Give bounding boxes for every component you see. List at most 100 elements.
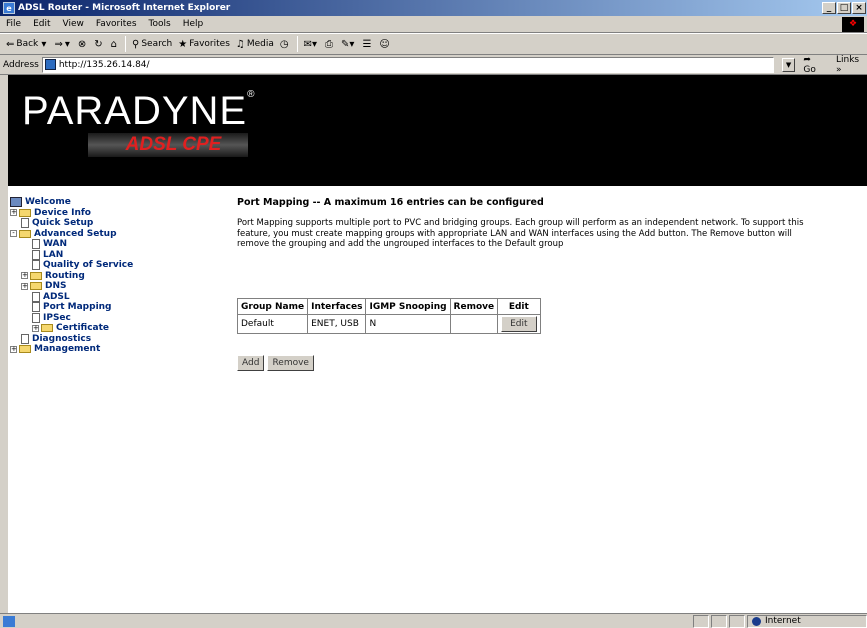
address-dropdown-button[interactable]: ▼	[781, 57, 796, 72]
history-icon: ◷	[279, 38, 289, 50]
column-header-edit: Edit	[497, 298, 541, 315]
menu-tools[interactable]: Tools	[143, 19, 177, 29]
history-button[interactable]: ◷	[277, 39, 294, 50]
edit-button[interactable]: Edit	[501, 316, 537, 332]
tree-item-dns[interactable]: + DNS	[8, 281, 148, 292]
column-header-group-name: Group Name	[236, 298, 309, 315]
page-description: Port Mapping supports multiple port to P…	[237, 218, 804, 249]
back-button[interactable]: ⇐ Back ▾	[3, 39, 51, 50]
address-url: http://135.26.14.84/	[58, 59, 150, 70]
tree-item-label: DNS	[45, 281, 67, 291]
toolbar-divider	[125, 36, 127, 52]
tree-item-label: Quality of Service	[43, 260, 134, 270]
table-header-row: Group Name Interfaces IGMP Snooping Remo…	[236, 298, 541, 315]
links-button[interactable]: Links »	[836, 55, 867, 75]
page-icon	[32, 260, 40, 271]
close-button[interactable]: ×	[852, 2, 866, 14]
messenger-button[interactable]: ☺	[376, 39, 394, 50]
favorites-icon: ★	[178, 38, 188, 50]
print-button[interactable]: ⎙	[322, 39, 338, 50]
column-header-remove: Remove	[449, 298, 499, 315]
zone-label: Internet	[765, 616, 801, 626]
expand-icon[interactable]: +	[10, 209, 17, 217]
search-button[interactable]: ⚲ Search	[129, 39, 175, 50]
address-label: Address	[3, 59, 39, 70]
windows-logo-icon: ❖	[842, 17, 864, 32]
mail-icon: ✉▾	[303, 38, 318, 50]
expand-icon[interactable]: +	[10, 345, 17, 353]
toolbar: ⇐ Back ▾ ⇒ ▾ ⊗ ↻ ⌂ ⚲ Search ★ Favorites ♫ Med…	[0, 33, 867, 55]
tree-item-ipsec[interactable]: IPSec	[8, 313, 148, 324]
tree-item-label: Certificate	[56, 323, 110, 333]
brand-logo: PARADYNE®	[22, 89, 256, 133]
favorites-label: Favorites	[189, 39, 230, 49]
tree-item-management[interactable]: + Management	[8, 344, 148, 355]
tree-item-label: Device Info	[34, 207, 91, 218]
menu-help[interactable]: Help	[177, 19, 210, 29]
maximize-button[interactable]: □	[837, 2, 851, 14]
media-icon: ♫	[235, 38, 245, 50]
port-mapping-table: Group Name Interfaces IGMP Snooping Remo…	[236, 298, 541, 334]
tree-item-quality-of-service[interactable]: Quality of Service	[8, 260, 148, 271]
home-button[interactable]: ⌂	[108, 39, 122, 50]
go-button[interactable]: ➦ Go	[803, 55, 826, 75]
tree-item-advanced-setup[interactable]: - Advanced Setup	[8, 229, 148, 240]
refresh-button[interactable]: ↻	[91, 39, 107, 50]
tree-item-label: Welcome	[25, 197, 71, 207]
add-button[interactable]: Add	[237, 355, 265, 371]
home-icon: ⌂	[110, 38, 118, 50]
window-title-bar: e ADSL Router - Microsoft Internet Explo…	[0, 0, 867, 16]
tree-item-label: LAN	[43, 249, 64, 260]
tree-item-welcome[interactable]: Welcome	[8, 197, 148, 208]
favorites-button[interactable]: ★ Favorites	[175, 39, 233, 50]
forward-button[interactable]: ⇒ ▾	[51, 39, 74, 50]
brand-name: PARADYNE	[22, 89, 248, 133]
page-icon	[21, 218, 29, 229]
tree-item-routing[interactable]: + Routing	[8, 271, 148, 282]
page-content: PARADYNE® ADSL CPE Welcome + Device Info …	[8, 75, 867, 613]
tree-item-diagnostics[interactable]: Diagnostics	[8, 334, 148, 345]
tree-item-wan[interactable]: WAN	[8, 239, 148, 250]
tree-item-certificate[interactable]: + Certificate	[8, 323, 148, 334]
collapse-icon[interactable]: -	[10, 230, 17, 238]
tree-item-label: Advanced Setup	[34, 228, 117, 239]
nav-tree: Welcome + Device Info Quick Setup - Advanc…	[8, 197, 148, 355]
ie-icon: e	[3, 2, 15, 14]
product-logo: ADSL CPE	[125, 134, 222, 155]
tree-item-lan[interactable]: LAN	[8, 250, 148, 261]
edit-page-button[interactable]: ✎▾	[338, 39, 359, 50]
menu-edit[interactable]: Edit	[27, 19, 56, 29]
tree-item-adsl[interactable]: ADSL	[8, 292, 148, 303]
folder-icon	[19, 208, 31, 217]
cell-igmp-snooping: N	[365, 314, 451, 334]
column-header-interfaces: Interfaces	[307, 298, 367, 315]
expand-icon[interactable]: +	[21, 282, 28, 290]
tree-item-label: Quick Setup	[32, 218, 94, 228]
tree-item-label: Diagnostics	[32, 333, 92, 344]
dropdown-arrow-icon: ▾	[64, 38, 70, 50]
discuss-icon: ☰	[362, 38, 372, 50]
address-input[interactable]: http://135.26.14.84/	[41, 56, 774, 73]
stop-button[interactable]: ⊗	[75, 39, 91, 50]
minimize-button[interactable]: _	[822, 2, 836, 14]
menu-bar: File Edit View Favorites Tools Help ❖	[0, 16, 867, 33]
menu-favorites[interactable]: Favorites	[90, 19, 143, 29]
expand-icon[interactable]: +	[21, 272, 28, 280]
tree-item-quick-setup[interactable]: Quick Setup	[8, 218, 148, 229]
menu-view[interactable]: View	[57, 19, 90, 29]
menu-file[interactable]: File	[0, 19, 27, 29]
tree-item-label: IPSec	[43, 312, 71, 323]
computer-icon	[10, 197, 22, 208]
forward-arrow-icon: ⇒	[54, 38, 63, 50]
globe-icon	[752, 616, 761, 626]
tree-item-port-mapping[interactable]: Port Mapping	[8, 302, 148, 313]
folder-icon	[30, 271, 42, 280]
dropdown-arrow-icon: ▾	[38, 38, 47, 50]
remove-button[interactable]: Remove	[267, 355, 314, 371]
media-button[interactable]: ♫ Media	[233, 39, 277, 50]
mail-button[interactable]: ✉▾	[301, 39, 322, 50]
discuss-button[interactable]: ☰	[359, 39, 376, 50]
expand-icon[interactable]: +	[32, 324, 39, 332]
tree-item-device-info[interactable]: + Device Info	[8, 208, 148, 219]
main-panel: Port Mapping -- A maximum 16 entries can…	[236, 197, 837, 371]
